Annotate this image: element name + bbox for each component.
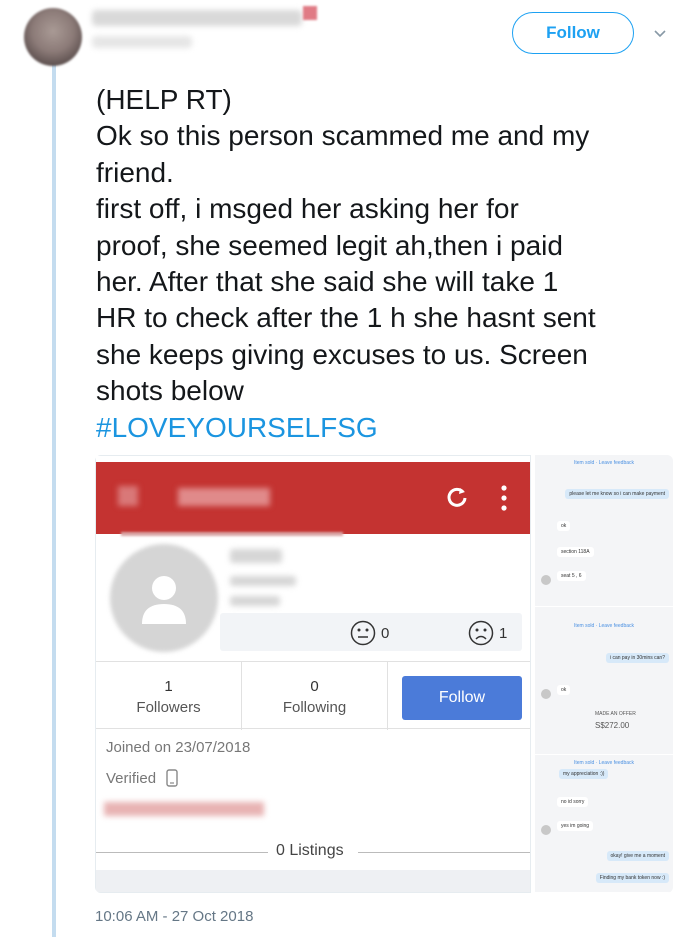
chat-message: yes im going	[557, 821, 594, 831]
chat-message: section 118A	[557, 547, 594, 557]
redacted-text	[230, 576, 296, 586]
tweet-timestamp[interactable]: 10:06 AM - 27 Oct 2018	[95, 908, 253, 925]
tweet-line: friend.	[96, 156, 174, 188]
chat-screenshot: Item sold · Leave feedback my appreciati…	[535, 755, 673, 893]
tweet-line: first off, i msged her asking her for	[96, 193, 519, 225]
chat-message: okay! give me a moment	[606, 851, 669, 861]
profile-stats: 1 Followers 0 Following Follow	[96, 661, 530, 730]
chat-message: no id sorry	[557, 797, 589, 807]
neutral-count: 0	[381, 624, 390, 642]
author-name-emoji-redacted	[303, 6, 317, 20]
following-count: 0	[310, 678, 319, 695]
redacted-bar	[121, 532, 343, 536]
following-stat: 0 Following	[242, 662, 387, 730]
divider	[96, 852, 268, 853]
redacted-icon	[118, 486, 138, 506]
tweet-line: proof, she seemed legit ah,then i paid	[96, 229, 563, 261]
joined-date: Joined on 23/07/2018	[106, 739, 251, 756]
tweet-line: her. After that she said she will take 1	[96, 266, 559, 298]
profile-follow-button: Follow	[402, 676, 522, 720]
redacted-username	[178, 488, 270, 506]
chat-message: i can pay in 30mins can?	[605, 653, 669, 663]
verified-row: Verified	[106, 769, 178, 787]
tweet-line: shots below	[96, 375, 244, 407]
tweet-line: (HELP RT)	[96, 84, 232, 115]
bottom-bar	[96, 870, 530, 892]
sad-face-icon	[468, 620, 494, 646]
tweet-text: (HELP RT) Ok so this person scammed me a…	[96, 82, 686, 446]
followers-count: 1	[164, 678, 173, 695]
hashtag-link[interactable]: #LOVEYOURSELFSG	[96, 410, 686, 446]
chat-message: seat 5 , 6	[557, 571, 586, 581]
chat-header: Item sold · Leave feedback	[573, 460, 635, 466]
chat-message: ok	[557, 685, 571, 695]
tweet-line: Ok so this person scammed me and my	[96, 120, 590, 152]
tweet-media[interactable]: 0 1 1 Followers 0 Following Follow Joine…	[95, 455, 673, 893]
author-avatar[interactable]	[24, 8, 82, 66]
chat-message: please let me know so i can make payment	[565, 489, 669, 499]
reaction-bar: 0 1	[220, 613, 522, 651]
following-label: Following	[282, 699, 347, 716]
listings-count: 0 Listings	[276, 842, 344, 859]
phone-icon	[166, 769, 178, 787]
avatar	[541, 825, 551, 835]
redacted-text	[104, 802, 264, 816]
chat-header: Item sold · Leave feedback	[573, 760, 635, 766]
offer-label: MADE AN OFFER	[595, 711, 636, 717]
neutral-reaction: 0	[350, 620, 389, 646]
followers-stat: 1 Followers	[96, 662, 241, 730]
verified-label: Verified	[106, 769, 157, 787]
sad-count: 1	[499, 624, 508, 642]
divider	[387, 662, 388, 730]
sad-reaction: 1	[468, 620, 507, 646]
tweet-line: she keeps giving excuses to us. Screen	[96, 338, 588, 370]
chat-message: Finding my bank token now :)	[595, 873, 669, 883]
chat-message: my appreciation :))	[559, 769, 609, 779]
refresh-icon	[447, 487, 467, 507]
chat-screenshot: Item sold · Leave feedback please let me…	[535, 455, 673, 607]
chat-header: Item sold · Leave feedback	[573, 623, 635, 629]
chevron-down-icon[interactable]	[652, 26, 668, 42]
avatar	[541, 575, 551, 585]
tweet-line: HR to check after the 1 h she hasnt sent	[96, 302, 596, 334]
more-vertical-icon	[501, 485, 507, 511]
thread-line	[52, 62, 56, 937]
neutral-face-icon	[350, 620, 376, 646]
redacted-text	[230, 596, 280, 606]
chat-screenshot: Item sold · Leave feedback i can pay in …	[535, 607, 673, 755]
chat-screenshots[interactable]: Item sold · Leave feedback please let me…	[535, 455, 673, 893]
followers-label: Followers	[136, 699, 201, 716]
divider	[358, 852, 530, 853]
redacted-text	[230, 549, 282, 563]
user-silhouette-icon	[142, 576, 186, 624]
profile-screenshot[interactable]: 0 1 1 Followers 0 Following Follow Joine…	[95, 455, 531, 893]
author-name-redacted[interactable]	[92, 10, 302, 26]
follow-button[interactable]: Follow	[512, 12, 634, 54]
chat-message: ok	[557, 521, 571, 531]
avatar	[541, 689, 551, 699]
author-handle-redacted[interactable]	[92, 36, 192, 48]
offer-value: S$272.00	[595, 721, 630, 730]
